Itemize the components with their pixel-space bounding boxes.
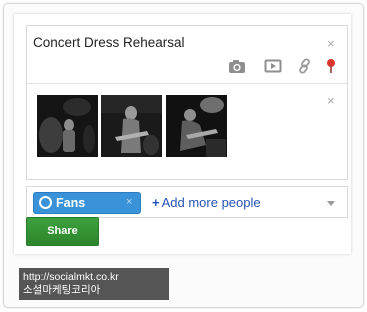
watermark-name: 소셜마케팅코리아 [23,284,101,296]
add-more-people-label: Add more people [161,195,261,210]
audience-chip-fans[interactable]: Fans × [33,192,141,214]
remove-media-icon[interactable]: × [327,94,335,107]
post-title[interactable]: Concert Dress Rehearsal [33,35,185,50]
photo-thumbnail-2[interactable] [101,95,162,157]
audience-chip-label: Fans [56,196,86,210]
remove-chip-icon[interactable]: × [126,196,132,208]
close-icon[interactable]: × [327,37,335,50]
watermark-caption: http://socialmkt.co.kr 소셜마케팅코리아 [19,268,169,300]
photo-thumbnail-1[interactable] [37,95,98,157]
post-compose-box[interactable]: Concert Dress Rehearsal × × [26,25,348,180]
divider [27,83,347,84]
chevron-down-icon[interactable] [327,201,335,206]
circle-icon [39,196,52,209]
add-more-people-link[interactable]: + Add more people [152,195,261,210]
video-icon[interactable] [264,58,282,76]
camera-icon[interactable] [228,58,246,76]
photo-thumbnail-3[interactable] [166,95,227,157]
watermark-url: http://socialmkt.co.kr [23,271,119,283]
plus-icon: + [152,195,160,210]
share-button[interactable]: Share [26,217,99,246]
share-card: Concert Dress Rehearsal × × Fans × + Add… [14,14,351,254]
link-icon[interactable] [297,58,315,76]
share-dialog-frame: Concert Dress Rehearsal × × Fans × + Add… [3,3,364,308]
audience-row: Fans × + Add more people [26,186,348,218]
location-pin-icon[interactable] [325,58,343,76]
